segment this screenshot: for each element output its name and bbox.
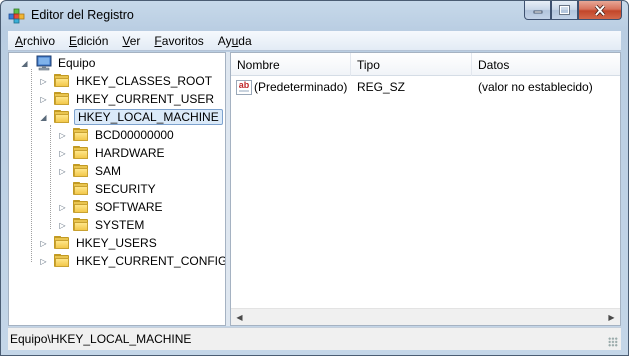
close-icon [594,4,606,16]
maximize-button[interactable] [551,1,578,20]
minimize-icon [533,10,542,14]
folder-icon [54,236,70,250]
menu-ver[interactable]: Ver [115,34,147,48]
tree-guide-line [50,125,51,229]
menu-ver-label: er [129,33,141,48]
tree-label: SYSTEM [95,218,145,232]
tree-item-system[interactable]: ▷ SYSTEM [58,216,146,234]
maximize-icon [559,5,570,15]
folder-icon [73,200,89,214]
tree-label: HKEY_CURRENT_CONFIG [76,254,226,268]
menu-edicion-accel: E [69,33,78,48]
folder-open-icon [54,110,70,124]
registry-editor-window: Editor del Registro Archivo Edición Ver … [0,0,629,356]
menu-edicion-label: dición [77,33,109,48]
tree-item-security[interactable]: SECURITY [58,180,158,198]
key-tree[interactable]: ◢ Equipo ▷ HKEY_CLASSES_ROOT ▷ HKEY_CURR… [8,52,226,326]
tree-item-hkey-current-config[interactable]: ▷ HKEY_CURRENT_CONFIG [39,252,226,270]
collapse-icon[interactable]: ◢ [20,59,29,68]
tree-label-selected: HKEY_LOCAL_MACHINE [74,109,223,125]
folder-icon [54,92,70,106]
value-data: (valor no establecido) [478,80,593,94]
menu-ver-accel: V [122,33,130,48]
column-header-datos[interactable]: Datos [472,53,620,76]
folder-icon [73,182,89,196]
tree-item-bcd00000000[interactable]: ▷ BCD00000000 [58,126,176,144]
caption-buttons [524,1,622,21]
folder-icon [54,254,70,268]
computer-icon [36,55,52,71]
tree-label-root: Equipo [58,56,96,70]
tree-label: SAM [95,164,122,178]
folder-icon [73,128,89,142]
tree-label: HARDWARE [95,146,165,160]
title-bar[interactable]: Editor del Registro [1,1,628,31]
value-type: REG_SZ [357,80,406,94]
tree-label: HKEY_CURRENT_USER [76,92,215,106]
menu-bar: Archivo Edición Ver Favoritos Ayuda [8,31,621,51]
minimize-button[interactable] [524,1,551,20]
folder-icon [73,164,89,178]
expand-icon[interactable]: ▷ [39,95,48,104]
expand-icon[interactable]: ▷ [39,239,48,248]
tree-label: BCD00000000 [95,128,174,142]
menu-favoritos-label: avoritos [161,33,204,48]
folder-icon [73,218,89,232]
expand-icon[interactable]: ▷ [58,167,67,176]
window-title: Editor del Registro [31,8,134,22]
menu-archivo-accel: A [15,33,24,48]
expand-icon[interactable]: ▷ [58,203,67,212]
string-value-icon: ab [236,79,252,95]
resize-grip-icon[interactable] [608,337,618,347]
list-row[interactable]: ab (Predeterminado) REG_SZ (valor no est… [231,77,620,97]
list-header: Nombre Tipo Datos [231,53,620,76]
tree-item-hardware[interactable]: ▷ HARDWARE [58,144,167,162]
registry-editor-icon [8,8,25,24]
tree-item-software[interactable]: ▷ SOFTWARE [58,198,165,216]
scroll-left-icon[interactable]: ◀ [231,309,248,325]
menu-ayuda-label: da [238,33,252,48]
close-button[interactable] [578,1,622,20]
expand-icon[interactable]: ▷ [58,221,67,230]
menu-favoritos[interactable]: Favoritos [147,34,210,48]
value-name: (Predeterminado) [254,80,348,94]
tree-item-hkey-classes-root[interactable]: ▷ HKEY_CLASSES_ROOT [39,72,214,90]
tree-label: SECURITY [95,182,156,196]
menu-archivo[interactable]: Archivo [8,34,62,48]
tree-item-hkey-current-user[interactable]: ▷ HKEY_CURRENT_USER [39,90,216,108]
expand-icon[interactable]: ▷ [58,131,67,140]
expand-icon[interactable]: ▷ [39,77,48,86]
tree-item-equipo[interactable]: ◢ Equipo [20,54,97,72]
tree-label: HKEY_CLASSES_ROOT [76,74,213,88]
menu-edicion[interactable]: Edición [62,34,115,48]
value-list[interactable]: Nombre Tipo Datos ab (Predeterminado) RE… [230,52,621,326]
column-header-tipo[interactable]: Tipo [351,53,472,76]
folder-icon [73,146,89,160]
menu-archivo-label: rchivo [23,33,56,48]
tree-item-hkey-local-machine[interactable]: ◢ HKEY_LOCAL_MACHINE [39,108,223,126]
tree-guide-line [31,69,32,262]
tree-item-sam[interactable]: ▷ SAM [58,162,123,180]
menu-favoritos-accel: F [154,33,162,48]
tree-label: HKEY_USERS [76,236,157,250]
column-header-nombre[interactable]: Nombre [231,53,351,76]
menu-ayuda[interactable]: Ayuda [211,34,259,48]
status-bar: Equipo\HKEY_LOCAL_MACHINE [8,327,621,350]
expand-icon[interactable]: ▷ [39,257,48,266]
value-name-cell: ab (Predeterminado) [236,77,347,97]
status-path: Equipo\HKEY_LOCAL_MACHINE [10,332,192,346]
scroll-right-icon[interactable]: ▶ [603,309,620,325]
menu-ayuda-prefix: Ay [217,33,232,48]
tree-item-hkey-users[interactable]: ▷ HKEY_USERS [39,234,159,252]
tree-label: SOFTWARE [95,200,163,214]
folder-icon [54,74,70,88]
horizontal-scrollbar[interactable]: ◀ ▶ [231,308,620,325]
expand-icon[interactable]: ▷ [58,149,67,158]
collapse-icon[interactable]: ◢ [39,113,48,122]
